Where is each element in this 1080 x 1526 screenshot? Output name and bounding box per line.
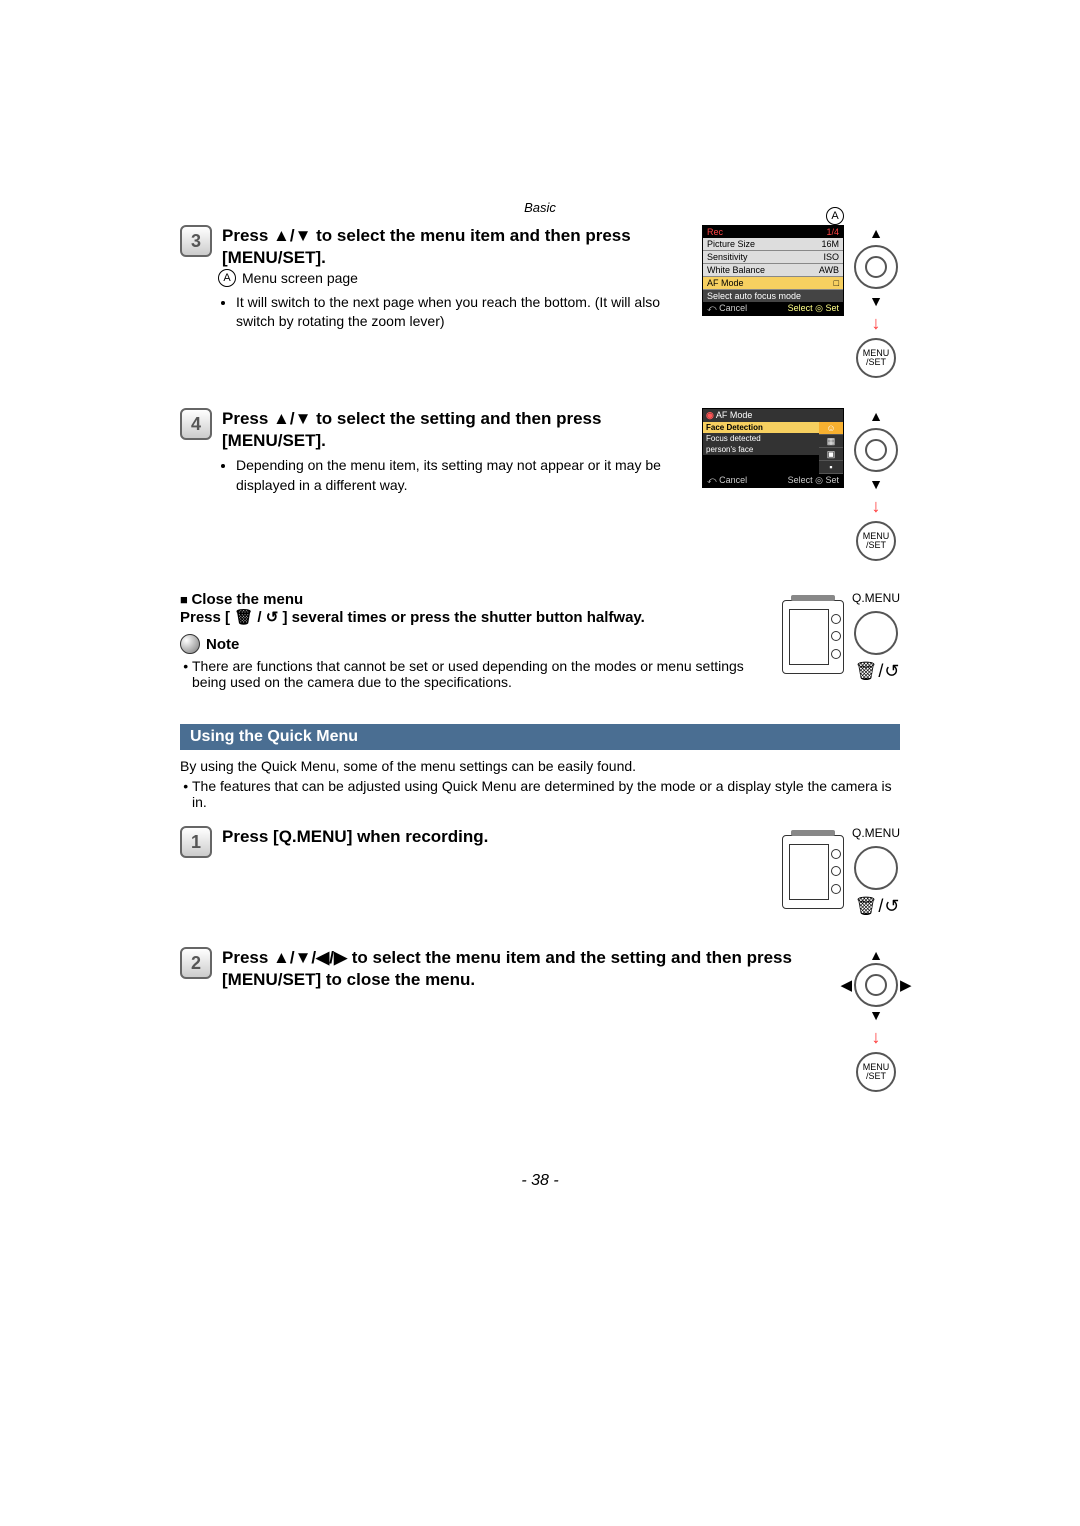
qmenu-label: Q.MENU: [852, 826, 900, 840]
qstep1-title: Press [Q.MENU] when recording.: [222, 826, 488, 848]
trash-return-icon: 🗑 / ↺: [855, 661, 898, 682]
section-header: Basic: [180, 200, 900, 215]
step-number-3: 3: [180, 225, 212, 257]
menu-set-button-icon: MENU /SET: [856, 1052, 896, 1092]
callout-a-icon: A: [826, 207, 844, 225]
red-down-arrow-icon: ↓: [872, 496, 881, 517]
menu-screen-diagram: Rec 1/4 Picture Size 16M Sensitivity ISO Wh…: [702, 225, 844, 316]
close-line-post: ] several times or press the shutter but…: [283, 609, 645, 626]
close-menu-heading: Close the menu: [191, 591, 303, 608]
up-arrow-icon: ▲: [869, 408, 883, 424]
menu-title: Rec: [707, 227, 723, 237]
page-number: - 38 -: [180, 1172, 900, 1190]
menu-row-label: AF Mode: [707, 278, 744, 288]
camera-icon: [782, 835, 844, 909]
menu-page-indicator: 1/4: [826, 227, 839, 237]
menu-row-label: Picture Size: [707, 239, 755, 249]
button-circle-icon: [854, 846, 898, 890]
menu2-row2: Focus detected: [703, 433, 819, 444]
menu-cancel: ⤺ Cancel: [707, 303, 747, 314]
red-down-arrow-icon: ↓: [872, 313, 881, 334]
trash-return-icon: 🗑 / ↺: [855, 896, 898, 917]
menu-row-label: White Balance: [707, 265, 765, 275]
quick-menu-heading: Using the Quick Menu: [180, 724, 900, 750]
step3-title-pre: Press: [222, 226, 273, 245]
note-label: Note: [206, 636, 239, 653]
step3-bullet: It will switch to the next page when you…: [236, 293, 692, 332]
black-square-icon: ■: [180, 592, 191, 607]
af-mode-icon: ◉: [706, 410, 714, 421]
menu2-title: AF Mode: [716, 410, 753, 421]
note-icon: [180, 634, 200, 654]
menu-row-value: □: [834, 278, 839, 288]
close-line-pre: Press [: [180, 609, 230, 626]
menu-row-label: Sensitivity: [707, 252, 748, 262]
close-menu-instruction: Press [ 🗑 / ↺ ] several times or press t…: [180, 608, 772, 626]
af-option-multi-icon: ▣: [819, 448, 843, 461]
up-down-arrows: ▲/▼: [273, 409, 311, 428]
step-number-1: 1: [180, 826, 212, 858]
step-3-title: Press ▲/▼ to select the menu item and th…: [222, 225, 692, 269]
step-4: 4 Press ▲/▼ to select the setting and th…: [180, 408, 900, 561]
menu-set-button-icon: MENU /SET: [856, 521, 896, 561]
right-arrow-icon: ▶: [900, 976, 912, 994]
menu2-row1: Face Detection: [703, 422, 819, 433]
qmenu-label: Q.MENU: [852, 591, 900, 605]
step4-bullet: Depending on the menu item, its setting …: [236, 456, 692, 495]
menu-set-button-icon: MENU /SET: [856, 338, 896, 378]
red-down-arrow-icon: ↓: [872, 1027, 881, 1048]
dpad-ring-icon: [854, 428, 898, 472]
down-arrow-icon: ▼: [869, 293, 883, 309]
menu2-cancel: ⤺ Cancel: [707, 475, 747, 486]
dpad-4way-diagram: ▲ ◀ ▶ ▼ ↓ MENU /SET: [852, 947, 900, 1092]
menu2-select: Select ◎ Set: [788, 475, 839, 486]
camera-qmenu-diagram: Q.MENU 🗑 / ↺: [782, 826, 900, 917]
dpad-diagram: ▲ ▼ ↓ MENU /SET: [852, 408, 900, 561]
camera-icon: [782, 600, 844, 674]
down-arrow-icon: ▼: [869, 476, 883, 492]
button-circle-icon: [854, 611, 898, 655]
dpad-diagram: ▲ ▼ ↓ MENU /SET: [852, 225, 900, 378]
qstep2-title: Press ▲/▼/◀/▶ to select the menu item an…: [222, 947, 842, 991]
qstep-2: 2 Press ▲/▼/◀/▶ to select the menu item …: [180, 947, 900, 1092]
step-number-2: 2: [180, 947, 212, 979]
menu-row-value: ISO: [823, 252, 839, 262]
menu2-row3: person's face: [703, 444, 819, 455]
menu-row-value: 16M: [821, 239, 839, 249]
af-mode-menu-diagram: ◉AF Mode Face Detection Focus detected p…: [702, 408, 844, 488]
step-3: 3 Press ▲/▼ to select the menu item and …: [180, 225, 900, 378]
qstep2-pre: Press: [222, 948, 273, 967]
close-menu-section: ■ Close the menu Press [ 🗑 / ↺ ] several…: [180, 591, 900, 694]
four-way-arrows: ▲/▼/◀/▶: [273, 948, 347, 967]
note-bullet: There are functions that cannot be set o…: [192, 658, 772, 690]
qstep-1: 1 Press [Q.MENU] when recording. Q.MENU …: [180, 826, 900, 917]
af-option-face-icon: ☺: [819, 422, 843, 435]
camera-qmenu-diagram: Q.MENU 🗑 / ↺: [782, 591, 900, 682]
af-option-tracking-icon: ▦: [819, 435, 843, 448]
step4-title-pre: Press: [222, 409, 273, 428]
quick-menu-bullet: The features that can be adjusted using …: [192, 778, 900, 810]
down-arrow-icon: ▼: [869, 1007, 883, 1023]
step-number-4: 4: [180, 408, 212, 440]
dpad-ring-icon: [854, 245, 898, 289]
dpad-ring-icon: [854, 963, 898, 1007]
trash-return-icon: 🗑 / ↺: [230, 609, 282, 626]
menu-screen-page-label: Menu screen page: [242, 269, 358, 289]
menu-select: Select ◎ Set: [788, 303, 839, 314]
callout-a-marker: A: [218, 269, 236, 287]
up-arrow-icon: ▲: [869, 947, 883, 963]
step-4-title: Press ▲/▼ to select the setting and then…: [222, 408, 692, 452]
up-arrow-icon: ▲: [869, 225, 883, 241]
left-arrow-icon: ◀: [840, 976, 852, 994]
menu-hint: Select auto focus mode: [703, 290, 843, 302]
menu-row-value: AWB: [819, 265, 839, 275]
quick-menu-intro: By using the Quick Menu, some of the men…: [180, 758, 900, 774]
up-down-arrows: ▲/▼: [273, 226, 311, 245]
af-option-spot-icon: ▪: [819, 461, 843, 474]
